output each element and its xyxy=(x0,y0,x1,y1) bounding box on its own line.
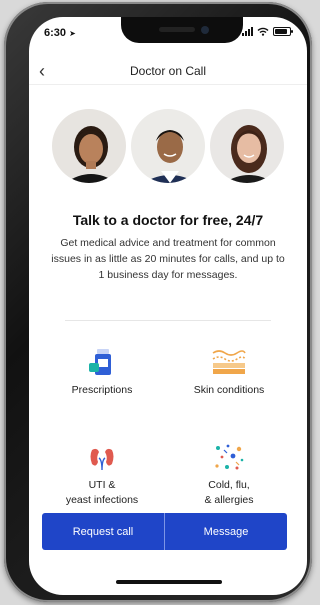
section-divider xyxy=(65,320,271,321)
home-indicator xyxy=(116,580,222,584)
doctor-photos xyxy=(29,107,307,187)
skin-layers-icon xyxy=(212,350,246,374)
app-screen: 6:30 ➤ ‹ Doctor on Call Talk to a doctor… xyxy=(29,17,307,595)
doctor-avatar-3 xyxy=(208,107,286,185)
navigation-bar: ‹ Doctor on Call xyxy=(29,57,307,85)
service-label: Prescriptions xyxy=(71,384,133,396)
service-uti-yeast[interactable]: UTI & yeast infections xyxy=(42,442,162,508)
headline: Talk to a doctor for free, 24/7 xyxy=(72,212,264,228)
service-cold-flu-allergies[interactable]: Cold, flu, & allergies xyxy=(169,442,289,508)
request-call-button[interactable]: Request call xyxy=(42,513,164,550)
front-camera xyxy=(201,26,209,34)
status-time: 6:30 ➤ xyxy=(44,27,76,39)
battery-level xyxy=(275,29,287,34)
location-arrow-icon: ➤ xyxy=(69,29,76,38)
phone-frame: 6:30 ➤ ‹ Doctor on Call Talk to a doctor… xyxy=(4,2,312,602)
status-icons xyxy=(242,27,293,36)
page-title: Doctor on Call xyxy=(129,64,207,78)
message-button[interactable]: Message xyxy=(164,513,287,550)
service-label: UTI & yeast infections xyxy=(65,479,139,506)
battery-icon xyxy=(273,27,293,36)
action-bar: Request call Message xyxy=(42,513,287,550)
virus-particles-icon xyxy=(215,444,244,470)
cellular-signal-icon xyxy=(242,27,253,36)
service-label: Skin conditions xyxy=(193,384,265,396)
wifi-icon xyxy=(257,27,269,36)
service-prescriptions[interactable]: Prescriptions xyxy=(42,347,162,398)
doctor-avatar-1 xyxy=(50,107,128,185)
kidney-icon xyxy=(90,448,114,471)
doctor-avatar-2 xyxy=(129,107,207,185)
service-skin-conditions[interactable]: Skin conditions xyxy=(169,347,289,398)
description-text: Get medical advice and treatment for com… xyxy=(51,237,285,281)
service-label: Cold, flu, & allergies xyxy=(204,479,254,506)
speaker-grille xyxy=(159,27,195,32)
device-notch xyxy=(121,17,243,43)
prescription-icon xyxy=(89,349,111,375)
